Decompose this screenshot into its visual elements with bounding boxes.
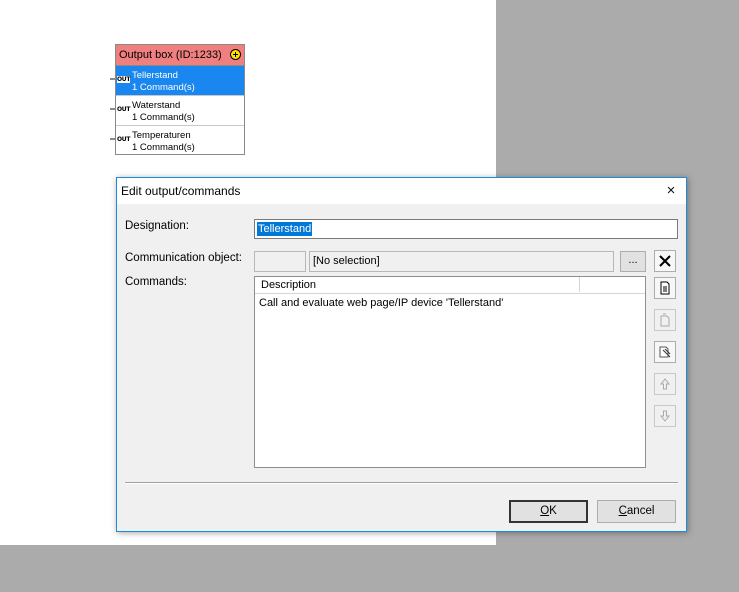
designation-label: Designation: — [125, 220, 189, 232]
output-row-name: Waterstand — [132, 100, 181, 111]
connector-pin[interactable] — [110, 138, 115, 140]
column-header-extra[interactable] — [581, 277, 645, 292]
move-down-button[interactable] — [654, 405, 676, 427]
communication-object-value: [No selection] — [313, 255, 380, 267]
new-command-button[interactable] — [654, 277, 676, 299]
cancel-button[interactable]: Cancel — [597, 500, 676, 523]
move-up-button[interactable] — [654, 373, 676, 395]
communication-object-id-field[interactable] — [254, 251, 306, 272]
designation-input[interactable]: Tellerstand — [254, 219, 678, 239]
edit-document-icon — [659, 346, 671, 358]
output-row-waterstand[interactable]: OUT Waterstand 1 Command(s) — [110, 96, 244, 126]
delete-button[interactable] — [654, 250, 676, 272]
output-box-header[interactable]: Output box (ID:1233) — [116, 45, 244, 66]
communication-object-label: Communication object: — [125, 252, 242, 264]
output-row-commands: 1 Command(s) — [132, 142, 195, 153]
output-row-commands: 1 Command(s) — [132, 82, 195, 93]
out-tag: OUT — [117, 76, 131, 83]
edit-output-dialog: Edit output/commands × Designation: Tell… — [116, 177, 687, 532]
output-row-name: Tellerstand — [132, 70, 178, 81]
copy-button[interactable] — [654, 309, 676, 331]
connector-pin[interactable] — [110, 108, 115, 110]
document-icon — [660, 281, 670, 295]
dialog-title: Edit output/commands — [121, 184, 241, 198]
browse-button[interactable]: ... — [620, 251, 646, 272]
commands-label: Commands: — [125, 276, 187, 288]
output-row-name: Temperaturen — [132, 130, 191, 141]
designation-value: Tellerstand — [257, 222, 313, 236]
arrow-up-icon — [659, 378, 671, 390]
commands-list-header: Description — [255, 277, 645, 294]
output-row-temperaturen[interactable]: OUT Temperaturen 1 Command(s) — [110, 126, 244, 156]
commands-list[interactable]: Description Call and evaluate web page/I… — [254, 276, 646, 468]
column-header-description[interactable]: Description — [255, 277, 580, 292]
delete-x-icon — [659, 255, 671, 267]
arrow-down-icon — [659, 410, 671, 422]
out-tag: OUT — [117, 136, 131, 143]
edit-button[interactable] — [654, 341, 676, 363]
list-item[interactable]: Call and evaluate web page/IP device 'Te… — [259, 297, 503, 309]
connector-pin[interactable] — [110, 78, 115, 80]
add-plus-icon[interactable] — [230, 49, 241, 60]
output-box-title: Output box (ID:1233) — [119, 49, 222, 61]
close-icon[interactable]: × — [662, 182, 680, 200]
output-box[interactable]: Output box (ID:1233) OUT Tellerstand 1 C… — [110, 44, 245, 156]
dialog-titlebar[interactable]: Edit output/commands × — [117, 178, 686, 204]
out-tag: OUT — [117, 106, 131, 113]
communication-object-field[interactable]: [No selection] — [309, 251, 614, 272]
output-row-tellerstand[interactable]: OUT Tellerstand 1 Command(s) — [110, 66, 244, 96]
ok-button[interactable]: OK — [509, 500, 588, 523]
separator — [125, 482, 678, 484]
copy-icon — [660, 313, 670, 327]
output-row-commands: 1 Command(s) — [132, 112, 195, 123]
